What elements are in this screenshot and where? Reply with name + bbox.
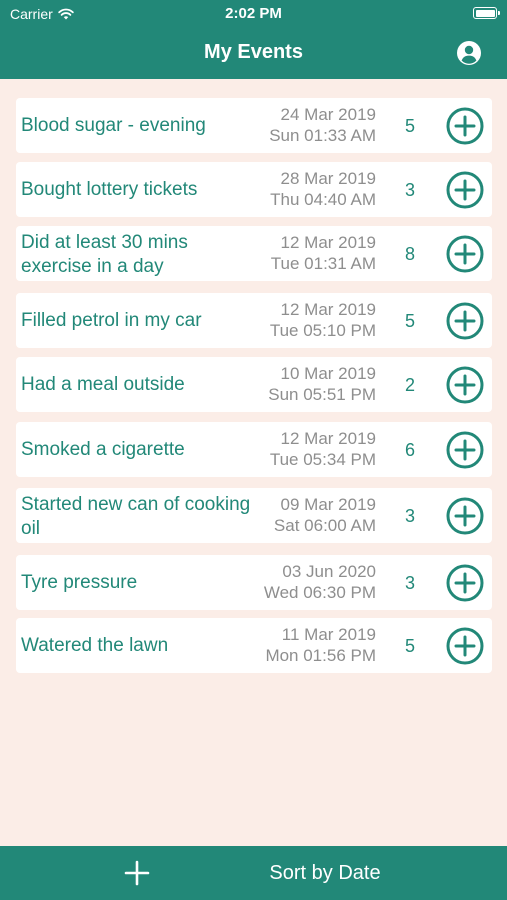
event-datetime: 03 Jun 2020 Wed 06:30 PM — [236, 561, 376, 603]
event-row[interactable]: Bought lottery tickets 28 Mar 2019 Thu 04:… — [16, 162, 492, 217]
event-name: Tyre pressure — [21, 572, 138, 593]
plus-circle-icon[interactable] — [446, 302, 484, 340]
plus-circle-icon[interactable] — [446, 366, 484, 404]
event-time: Wed 06:30 PM — [263, 583, 376, 602]
event-time: Tue 01:31 AM — [270, 254, 376, 273]
event-row[interactable]: Started new can of cooking oil 09 Mar 201… — [16, 488, 492, 543]
event-time: Sun 05:51 PM — [268, 385, 376, 404]
event-time: Tue 05:34 PM — [269, 450, 376, 469]
status-bar: Carrier 2:02 PM — [0, 0, 507, 28]
event-row[interactable]: Blood sugar - evening 24 Mar 2019 Sun 01:3… — [16, 98, 492, 153]
plus-circle-icon[interactable] — [446, 171, 484, 209]
event-count: 5 — [404, 116, 415, 136]
event-row[interactable]: Watered the lawn 11 Mar 2019 Mon 01:56 PM 5 — [16, 618, 492, 673]
event-count: 5 — [404, 636, 415, 656]
event-date: 03 Jun 2020 — [282, 562, 376, 581]
event-time: Tue 05:10 PM — [269, 321, 376, 340]
event-name: Bought lottery tickets — [21, 179, 198, 200]
event-datetime: 12 Mar 2019 Tue 05:34 PM — [236, 428, 376, 470]
event-datetime: 12 Mar 2019 Tue 05:10 PM — [236, 299, 376, 341]
event-date: 12 Mar 2019 — [280, 300, 376, 319]
event-name: Did at least 30 mins exercise in a day — [21, 232, 188, 277]
event-row[interactable]: Had a meal outside 10 Mar 2019 Sun 05:51 P… — [16, 357, 492, 412]
bottom-toolbar: Sort by Date — [0, 846, 507, 900]
event-date: 28 Mar 2019 — [280, 169, 376, 188]
header: Carrier 2:02 PM My Events — [0, 0, 507, 79]
event-date: 12 Mar 2019 — [280, 429, 376, 448]
event-name: Watered the lawn — [21, 635, 169, 656]
event-time: Sat 06:00 AM — [273, 516, 376, 535]
plus-circle-icon[interactable] — [446, 431, 484, 469]
plus-circle-icon[interactable] — [446, 107, 484, 145]
event-count: 2 — [404, 375, 415, 395]
event-date: 11 Mar 2019 — [281, 625, 376, 644]
event-count: 3 — [404, 573, 415, 593]
event-name: Had a meal outside — [21, 374, 185, 395]
event-datetime: 11 Mar 2019 Mon 01:56 PM — [236, 624, 376, 666]
plus-circle-icon[interactable] — [446, 497, 484, 535]
event-datetime: 12 Mar 2019 Tue 01:31 AM — [236, 232, 376, 274]
sort-by-date-button[interactable]: Sort by Date — [220, 862, 430, 885]
add-event-button[interactable] — [124, 860, 150, 886]
plus-icon — [124, 860, 150, 886]
event-datetime: 24 Mar 2019 Sun 01:33 AM — [236, 104, 376, 146]
plus-circle-icon[interactable] — [446, 627, 484, 665]
battery-icon — [473, 7, 500, 19]
event-count: 5 — [404, 311, 415, 331]
event-date: 24 Mar 2019 — [280, 105, 376, 124]
event-time: Mon 01:56 PM — [265, 646, 376, 665]
event-name: Filled petrol in my car — [21, 310, 202, 331]
status-time: 2:02 PM — [225, 5, 282, 22]
event-count: 3 — [404, 506, 415, 526]
person-circle-icon[interactable] — [456, 40, 482, 66]
event-date: 12 Mar 2019 — [280, 233, 376, 252]
plus-circle-icon[interactable] — [446, 564, 484, 602]
event-datetime: 09 Mar 2019 Sat 06:00 AM — [236, 494, 376, 536]
event-date: 10 Mar 2019 — [280, 364, 376, 383]
event-row[interactable]: Tyre pressure 03 Jun 2020 Wed 06:30 PM 3 — [16, 555, 492, 610]
event-name: Started new can of cooking oil — [21, 494, 251, 539]
event-count: 8 — [404, 244, 415, 264]
event-row[interactable]: Did at least 30 mins exercise in a day 12… — [16, 226, 492, 281]
event-date: 09 Mar 2019 — [280, 495, 376, 514]
event-row[interactable]: Filled petrol in my car 12 Mar 2019 Tue 05… — [16, 293, 492, 348]
event-name: Smoked a cigarette — [21, 439, 185, 460]
event-time: Thu 04:40 AM — [270, 190, 376, 209]
page-title: My Events — [204, 41, 303, 63]
event-row[interactable]: Smoked a cigarette 12 Mar 2019 Tue 05:34 P… — [16, 422, 492, 477]
event-name: Blood sugar - evening — [21, 115, 206, 136]
event-count: 6 — [404, 440, 415, 460]
event-count: 3 — [404, 180, 415, 200]
event-time: Sun 01:33 AM — [269, 126, 376, 145]
event-datetime: 28 Mar 2019 Thu 04:40 AM — [236, 168, 376, 210]
event-datetime: 10 Mar 2019 Sun 05:51 PM — [236, 363, 376, 405]
plus-circle-icon[interactable] — [446, 235, 484, 273]
